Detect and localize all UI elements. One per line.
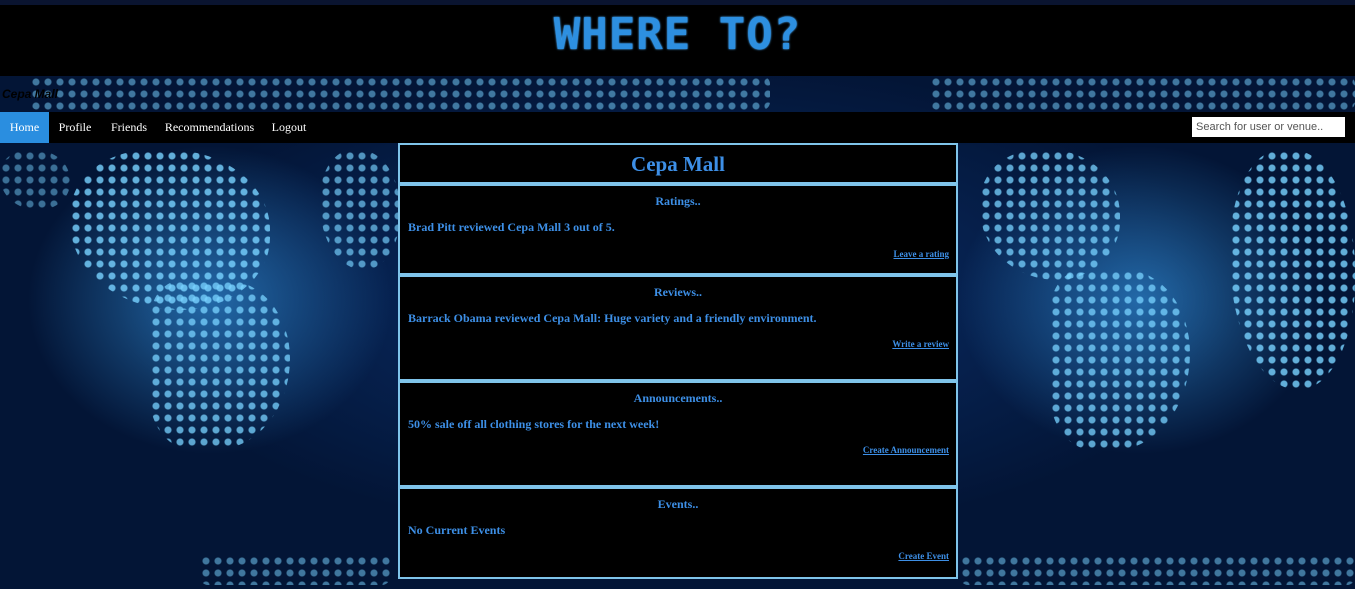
nav-recommendations[interactable]: Recommendations: [161, 112, 258, 143]
nav-friends[interactable]: Friends: [105, 112, 153, 143]
reviews-section: Reviews.. Barrack Obama reviewed Cepa Ma…: [398, 275, 958, 381]
venue-title-panel: Cepa Mall: [398, 143, 958, 184]
background-map-dots: [0, 150, 70, 210]
ratings-heading: Ratings..: [655, 194, 701, 208]
background-map-dots: [30, 76, 770, 110]
background-map-dots: [150, 280, 290, 450]
announcements-heading: Announcements..: [633, 391, 723, 405]
background-map-dots: [980, 150, 1120, 280]
nav-profile[interactable]: Profile: [53, 112, 97, 143]
ratings-entry: Brad Pitt reviewed Cepa Mall 3 out of 5.: [408, 220, 615, 234]
page: WHERE TO? Cepa Mall Home Profile Friends…: [0, 0, 1355, 589]
background-map-dots: [1050, 270, 1190, 450]
reviews-heading: Reviews..: [654, 285, 702, 299]
venue-tag: Cepa Mall: [2, 87, 59, 101]
leave-rating-link[interactable]: Leave a rating: [894, 249, 950, 259]
search-input[interactable]: [1192, 117, 1345, 137]
background-map-dots: [960, 555, 1355, 585]
events-section: Events.. No Current Events Create Event: [398, 487, 958, 579]
ratings-section: Ratings.. Brad Pitt reviewed Cepa Mall 3…: [398, 184, 958, 275]
write-review-link[interactable]: Write a review: [892, 339, 949, 349]
background-map-dots: [200, 555, 390, 585]
venue-title: Cepa Mall: [631, 152, 725, 176]
nav-home[interactable]: Home: [0, 112, 49, 143]
background-map-dots: [320, 150, 400, 270]
create-event-link[interactable]: Create Event: [898, 551, 949, 561]
events-entry: No Current Events: [408, 523, 506, 537]
background-map-dots: [930, 76, 1355, 110]
announcements-entry: 50% sale off all clothing stores for the…: [408, 417, 660, 431]
announcements-section: Announcements.. 50% sale off all clothin…: [398, 381, 958, 487]
background-map-dots: [1230, 150, 1355, 390]
create-announcement-link[interactable]: Create Announcement: [863, 445, 949, 455]
events-heading: Events..: [657, 497, 699, 511]
site-header: WHERE TO?: [0, 0, 1355, 76]
navbar: Home Profile Friends Recommendations Log…: [0, 112, 1355, 143]
reviews-entry: Barrack Obama reviewed Cepa Mall: Huge v…: [408, 311, 817, 325]
site-logo: WHERE TO?: [553, 9, 802, 60]
nav-logout[interactable]: Logout: [266, 112, 312, 143]
